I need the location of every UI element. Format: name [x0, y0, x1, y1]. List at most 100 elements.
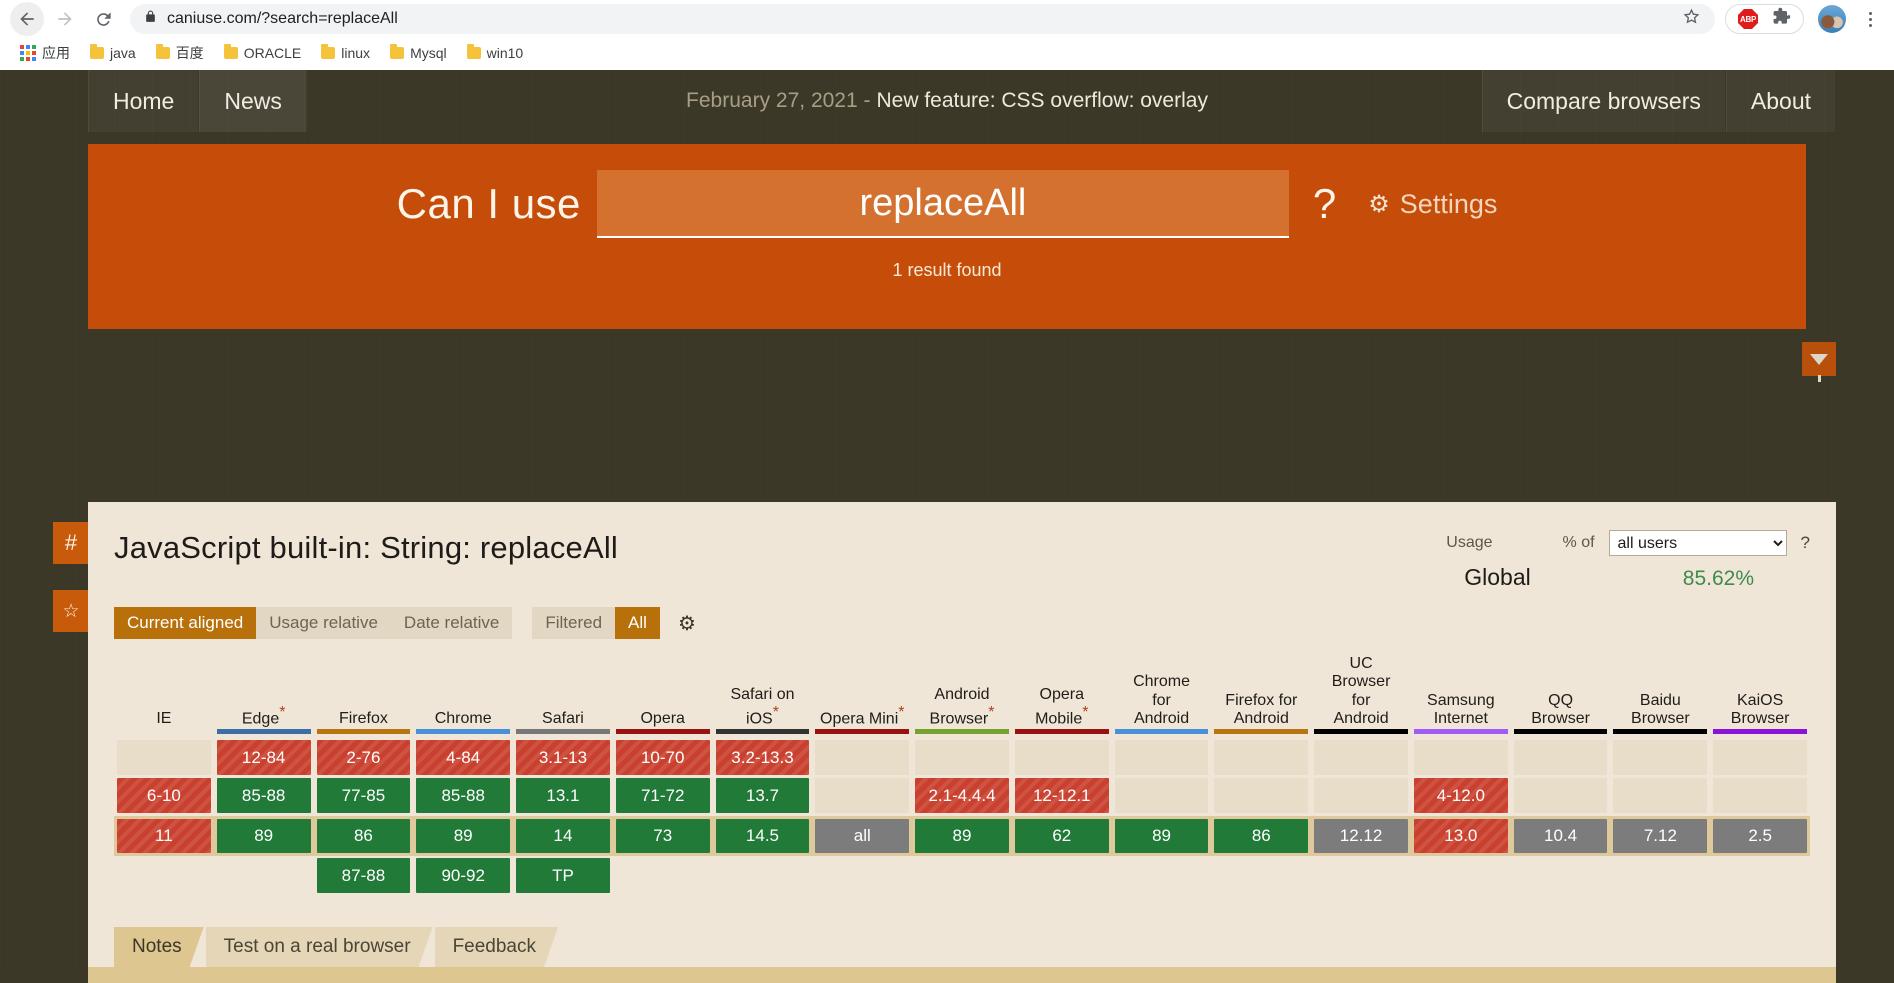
toggle-current-aligned[interactable]: Current aligned	[114, 607, 257, 639]
support-cell[interactable]: 13.7	[715, 778, 810, 813]
browser-color-bar	[516, 729, 610, 734]
usage-select[interactable]: all users	[1608, 530, 1787, 556]
search-label: Can I use	[396, 180, 581, 227]
support-cell[interactable]: 3.1-13	[516, 740, 610, 775]
support-cell[interactable]: all	[815, 819, 910, 853]
support-cell[interactable]: 10-70	[615, 740, 710, 775]
bookmark-label: win10	[486, 45, 524, 61]
permalink-tab[interactable]: #	[53, 522, 89, 564]
notes-tab[interactable]: Feedback	[435, 927, 558, 967]
support-cell[interactable]: 7.12	[1613, 819, 1708, 853]
toggle-filtered[interactable]: Filtered	[532, 607, 616, 639]
browser-name-line: Android	[1233, 710, 1289, 728]
support-cell[interactable]: 89	[915, 819, 1009, 853]
browser-column-header: UC Browser for Android	[1311, 655, 1411, 729]
folder-icon	[321, 44, 336, 59]
nav-home[interactable]: Home	[88, 70, 200, 132]
adblock-plus-icon[interactable]: ABP	[1738, 9, 1758, 29]
support-cell[interactable]: 14.5	[715, 819, 810, 853]
support-cell[interactable]: 14	[516, 819, 610, 853]
support-cell[interactable]: 3.2-13.3	[715, 740, 810, 775]
support-cell[interactable]: 73	[615, 819, 710, 853]
usage-help-icon[interactable]: ?	[1801, 533, 1810, 553]
address-bar[interactable]: caniuse.com/?search=replaceAll	[130, 4, 1715, 34]
global-percent: 85.62%	[1682, 567, 1754, 590]
support-cell[interactable]: 77-85	[316, 778, 411, 813]
support-cell[interactable]: 86	[1214, 819, 1309, 853]
browser-name-line: Opera	[1039, 685, 1084, 703]
nav-news[interactable]: News	[199, 70, 307, 132]
gear-icon[interactable]: ⚙	[678, 611, 696, 636]
search-input-wrapper[interactable]	[596, 170, 1289, 238]
puzzle-piece-icon[interactable]	[1772, 7, 1791, 31]
notes-tab[interactable]: Test on a real browser	[206, 927, 433, 967]
bookmark-oracle[interactable]: ORACLE	[216, 41, 310, 65]
reload-icon[interactable]	[86, 2, 120, 36]
bookmark-apps[interactable]: 应用	[12, 39, 78, 67]
support-cell[interactable]: 4-12.0	[1413, 778, 1508, 813]
back-arrow-icon[interactable]	[10, 2, 44, 36]
bookmark-star-icon[interactable]	[1682, 7, 1701, 31]
favorite-tab[interactable]: ☆	[53, 590, 89, 632]
support-cell[interactable]: 85-88	[216, 778, 311, 813]
support-cell[interactable]: 89	[216, 819, 311, 853]
browser-name-line: Opera Mini	[820, 710, 899, 728]
bookmark-java[interactable]: java	[82, 41, 144, 65]
toggle-date-relative[interactable]: Date relative	[390, 607, 513, 639]
support-cell[interactable]: 2.5	[1713, 819, 1808, 853]
support-cell[interactable]: TP	[516, 858, 610, 893]
support-cell[interactable]: 89	[1114, 819, 1209, 853]
support-cell[interactable]: 86	[316, 819, 411, 853]
browser-name-line: Browser	[929, 710, 989, 728]
support-cell[interactable]: 12.12	[1314, 819, 1408, 853]
nav-about[interactable]: About	[1725, 70, 1836, 132]
three-dot-menu-icon[interactable]	[1856, 11, 1884, 27]
support-cell[interactable]: 12-12.1	[1014, 778, 1109, 813]
search-help-icon[interactable]: ?	[1313, 180, 1336, 228]
support-cell[interactable]: 10.4	[1513, 819, 1608, 853]
toggle-all[interactable]: All	[615, 607, 660, 639]
browser-name-line: Edge	[241, 710, 280, 728]
toggle-usage-relative[interactable]: Usage relative	[256, 607, 391, 639]
nav-compare-browsers[interactable]: Compare browsers	[1481, 70, 1726, 132]
support-cell[interactable]: 2.1-4.4.4	[915, 778, 1009, 813]
support-cell[interactable]: 87-88	[316, 858, 411, 893]
support-cell[interactable]: 62	[1014, 819, 1109, 853]
avatar[interactable]	[1818, 5, 1846, 33]
support-cell[interactable]: 90-92	[416, 858, 511, 893]
support-cell[interactable]: 85-88	[416, 778, 511, 813]
browser-column-header: Opera Mini*	[812, 704, 912, 729]
forward-arrow-icon[interactable]	[48, 2, 82, 36]
support-cell[interactable]: 6-10	[117, 778, 211, 813]
browser-name-line: Browser	[1531, 710, 1590, 728]
browser-color-bar	[1413, 729, 1508, 734]
filter-button[interactable]	[1802, 342, 1836, 382]
asterisk-icon: *	[988, 704, 995, 722]
support-cell[interactable]: 89	[416, 819, 511, 853]
bookmark-mysql[interactable]: Mysql	[382, 41, 455, 65]
support-cell[interactable]: 11	[117, 819, 211, 853]
bookmark-linux[interactable]: linux	[313, 41, 378, 65]
browser-name-line: Android	[934, 685, 990, 703]
ticker-headline[interactable]: New feature: CSS overflow: overlay	[876, 89, 1207, 113]
notes-tab[interactable]: Notes	[114, 927, 204, 967]
support-cell[interactable]: 12-84	[216, 740, 311, 775]
browser-column-header: Samsung Internet	[1411, 692, 1511, 729]
browser-color-bar	[715, 729, 810, 734]
support-cell[interactable]: 4-84	[416, 740, 511, 775]
support-cell[interactable]: 71-72	[615, 778, 710, 813]
search-input[interactable]	[596, 170, 1289, 236]
support-cell[interactable]: 13.1	[516, 778, 610, 813]
support-cell[interactable]: 2-76	[316, 740, 411, 775]
settings-link[interactable]: ⚙ Settings	[1368, 189, 1497, 220]
usage-label: Usage	[1446, 534, 1493, 551]
lock-icon	[144, 9, 157, 29]
support-cell	[915, 740, 1009, 775]
search-band: Can I use ? ⚙ Settings 1 result found	[88, 144, 1806, 329]
bookmark-win10[interactable]: win10	[459, 41, 532, 65]
support-cell	[217, 858, 311, 893]
support-cell[interactable]: 13.0	[1413, 819, 1508, 853]
browser-name-line: Safari on	[730, 685, 795, 703]
bookmark-label: linux	[341, 45, 371, 61]
bookmark-baidu[interactable]: 百度	[148, 39, 212, 67]
